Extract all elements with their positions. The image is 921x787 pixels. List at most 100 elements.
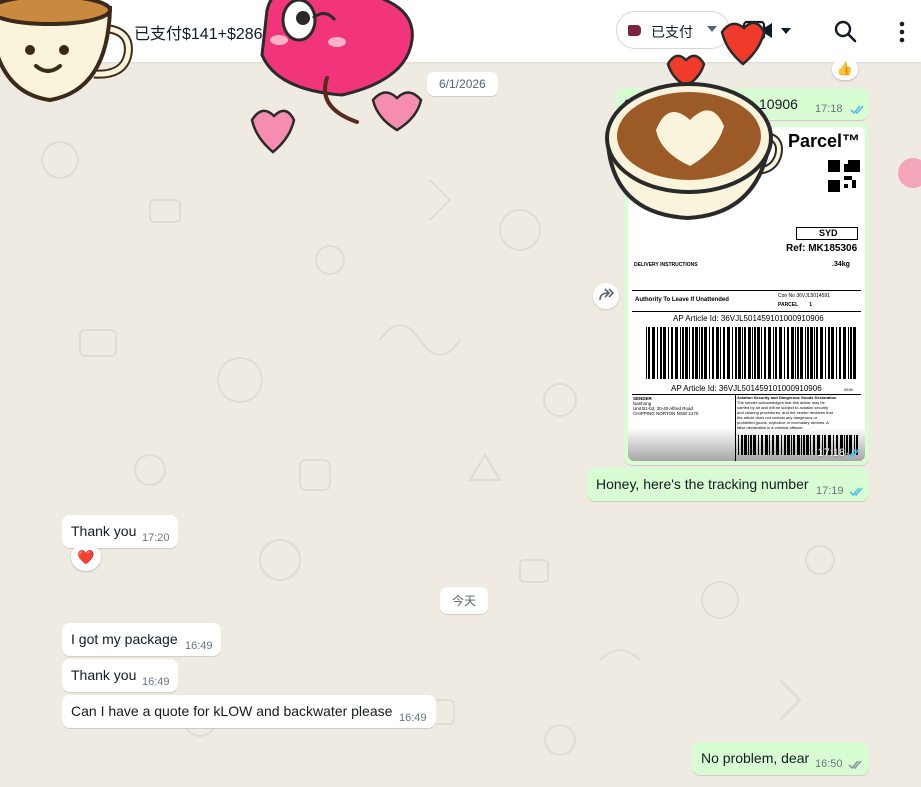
barcode-bar xyxy=(660,327,662,379)
reaction-heart[interactable]: ❤️ xyxy=(71,543,101,571)
barcode-bar xyxy=(761,327,762,379)
barcode-bar xyxy=(695,327,698,379)
authority-text: Authority To Leave If Unattended xyxy=(635,297,729,303)
small-number: 0530 xyxy=(844,387,853,392)
message-text: Honey, here's the tracking number xyxy=(596,476,809,492)
heart-icon: ❤️ xyxy=(77,548,95,565)
barcode-bar xyxy=(720,327,721,379)
barcode-bar xyxy=(850,327,852,379)
barcode-bar xyxy=(742,327,743,379)
parcel-code: SYD xyxy=(819,228,838,238)
parcel-brand: Parcel™ xyxy=(788,131,861,151)
parcel-ref: Ref: MK185306 xyxy=(786,243,858,254)
message-honey[interactable]: Honey, here's the tracking number 17:19 xyxy=(587,468,869,501)
coffee-cup-sticker xyxy=(0,0,133,103)
barcode-bar xyxy=(805,327,806,379)
barcode-bar xyxy=(754,327,756,379)
barcode-bar xyxy=(757,327,760,379)
barcode-bar xyxy=(735,327,737,379)
message-quote-request[interactable]: Can I have a quote for kLOW and backwate… xyxy=(62,695,436,728)
barcode xyxy=(646,327,856,379)
barcode-bar xyxy=(825,327,826,379)
barcode-bar xyxy=(831,327,834,379)
message-time: 17:18 xyxy=(817,447,845,459)
read-ticks-icon xyxy=(849,487,863,497)
message-text: Thank you xyxy=(71,523,137,539)
barcode-bar xyxy=(646,327,647,379)
message-time: 16:49 xyxy=(142,676,170,688)
barcode-bar xyxy=(727,327,730,379)
barcode-bar xyxy=(843,327,846,379)
barcode-bar xyxy=(716,327,719,379)
qr-code-icon xyxy=(828,160,860,192)
message-text: No problem, dear xyxy=(701,750,810,766)
message-got-package[interactable]: I got my package 16:49 xyxy=(62,623,221,656)
barcode-bar xyxy=(689,327,690,379)
menu-button[interactable] xyxy=(892,18,912,46)
barcode-bar xyxy=(768,327,771,379)
con-number: Con No 36VJL5014591 xyxy=(778,293,830,299)
barcode-bar xyxy=(752,327,753,379)
message-time: 17:19 xyxy=(816,485,844,497)
barcode-bar xyxy=(657,327,658,379)
barcode-bar xyxy=(709,327,710,379)
barcode-bar xyxy=(701,327,703,379)
barcode-bar xyxy=(764,327,766,379)
date-chip: 6/1/2026 xyxy=(427,72,498,96)
barcode-bar xyxy=(810,327,813,379)
avatar[interactable] xyxy=(898,158,921,188)
barcode-bar xyxy=(836,327,837,379)
barcode-bar xyxy=(652,327,655,379)
barcode-bar xyxy=(795,327,796,379)
parcel-count: PARCEL 1 xyxy=(778,302,812,308)
sender-line: CHIPPING NORTON NSW 2170 xyxy=(633,411,699,416)
barcode-bar xyxy=(704,327,707,379)
barcode-bar xyxy=(748,327,751,379)
barcode-bar xyxy=(779,327,782,379)
barcode-bar xyxy=(732,327,733,379)
barcode-bar xyxy=(784,327,785,379)
barcode-bar xyxy=(668,327,669,379)
sender-block: SENDER Nanhong Unit B1-b3, 30-40 Alfred … xyxy=(633,396,733,416)
message-time: 16:49 xyxy=(399,712,427,724)
reaction-thumbs-up[interactable]: 👍 xyxy=(832,58,858,80)
date-chip-today: 今天 xyxy=(440,587,489,614)
barcode-bar xyxy=(848,327,849,379)
thumbs-up-icon: 👍 xyxy=(836,61,854,76)
code-box: SYD xyxy=(796,227,858,240)
barcode-bar xyxy=(744,327,746,379)
delivered-ticks-icon xyxy=(848,760,862,770)
barcode-bar xyxy=(828,327,830,379)
barcode-bar xyxy=(682,327,684,379)
article-id-top: AP Article Id: 36VJL501459101000910906 xyxy=(673,314,824,323)
barcode-bar xyxy=(675,327,678,379)
search-button[interactable] xyxy=(832,18,860,46)
message-thank-you[interactable]: Thank you 16:49 xyxy=(62,659,178,692)
pink-heart-character-sticker xyxy=(250,0,423,154)
message-no-problem[interactable]: No problem, dear 16:50 xyxy=(692,742,869,775)
barcode-bar xyxy=(773,327,774,379)
barcode-bar xyxy=(800,327,803,379)
barcode-bar xyxy=(797,327,799,379)
barcode-bar xyxy=(680,327,681,379)
message-text: Can I have a quote for kLOW and backwate… xyxy=(71,703,393,719)
message-text: Thank you xyxy=(71,667,137,683)
barcode-bar xyxy=(663,327,666,379)
barcode-bar xyxy=(791,327,794,379)
delivery-instructions: DELIVERY INSTRUCTIONS xyxy=(634,262,698,268)
aviation-block: Aviation Security and Dangerous Goods De… xyxy=(737,395,861,430)
menu-icon xyxy=(899,21,905,43)
read-ticks-icon xyxy=(846,448,860,458)
barcode-bar xyxy=(820,327,823,379)
barcode-bar xyxy=(738,327,741,379)
barcode-bar xyxy=(723,327,725,379)
barcode-bar xyxy=(775,327,777,379)
read-ticks-icon xyxy=(850,105,864,115)
barcode-bar xyxy=(839,327,841,379)
message-time: 16:50 xyxy=(815,758,843,770)
barcode-bar xyxy=(699,327,700,379)
barcode-bar xyxy=(685,327,688,379)
message-time: 17:20 xyxy=(142,532,170,544)
forward-button[interactable] xyxy=(593,283,619,309)
chat-title[interactable]: 已支付$141+$286 xyxy=(134,20,263,44)
